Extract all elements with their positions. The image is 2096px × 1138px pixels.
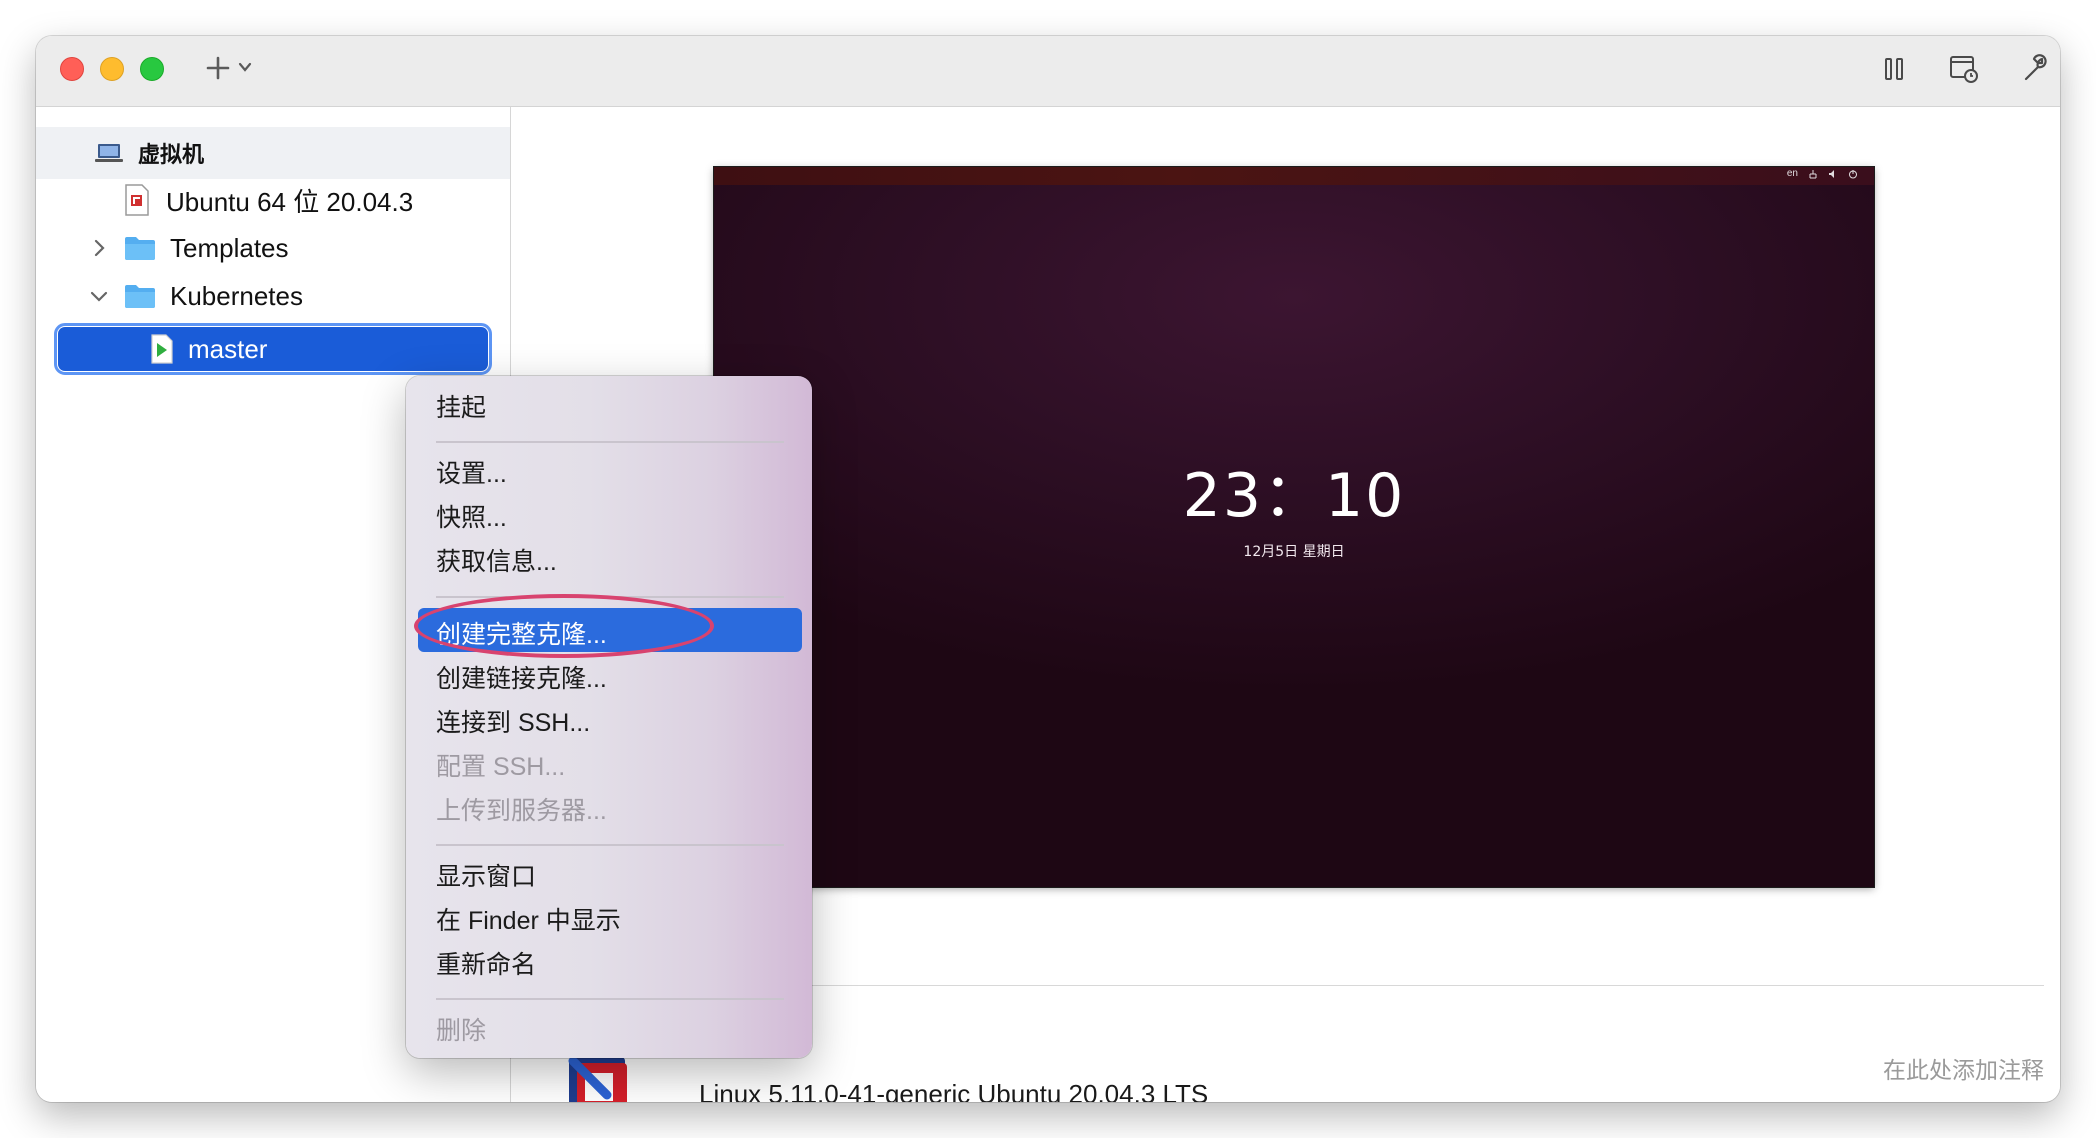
notes-field[interactable]: 在此处添加注释 xyxy=(1883,1051,2044,1085)
snapshot-button[interactable] xyxy=(1947,52,1981,86)
sidebar-item-kubernetes[interactable]: Kubernetes xyxy=(88,273,303,319)
folder-icon xyxy=(125,237,155,260)
chevron-down-icon[interactable] xyxy=(88,285,110,307)
menu-separator xyxy=(436,844,784,846)
sidebar-item-label: Templates xyxy=(170,232,289,263)
annotation-circle xyxy=(414,594,714,658)
menu-item-configure-ssh: 配置 SSH... xyxy=(436,753,566,781)
pause-button[interactable] xyxy=(1877,52,1911,86)
plus-icon xyxy=(206,56,230,80)
menu-item-settings[interactable]: 设置... xyxy=(436,454,507,490)
folder-icon xyxy=(125,285,155,308)
wrench-icon xyxy=(2024,54,2047,81)
menu-item-delete: 删除 xyxy=(436,1017,487,1045)
menu-item-rename[interactable]: 重新命名 xyxy=(436,945,536,981)
snapshot-icon xyxy=(1950,56,1978,83)
laptop-icon xyxy=(95,144,123,162)
menu-item-snapshots[interactable]: 快照... xyxy=(436,498,507,534)
menu-item-show-window[interactable]: 显示窗口 xyxy=(436,857,536,893)
sidebar-item-master[interactable]: master xyxy=(54,323,492,375)
guest-status-area: en xyxy=(1787,168,1858,179)
chevron-right-icon[interactable] xyxy=(88,237,110,259)
guest-lock-clock: 23：10 xyxy=(1182,461,1406,531)
volume-icon xyxy=(1829,169,1834,178)
minimize-window-button[interactable] xyxy=(100,57,124,81)
title-bar xyxy=(36,36,2060,107)
menu-item-get-info[interactable]: 获取信息... xyxy=(436,542,557,578)
menu-separator xyxy=(436,441,784,443)
menu-item-linked-clone[interactable]: 创建链接克隆... xyxy=(436,659,607,695)
guest-language-indicator: en xyxy=(1786,168,1798,179)
guest-top-bar: en xyxy=(714,167,1874,185)
menu-separator xyxy=(436,998,784,1000)
sidebar-header-label: 虚拟机 xyxy=(138,142,205,167)
guest-os-description: Linux 5.11.0-41-generic Ubuntu 20.04.3 L… xyxy=(699,1079,1209,1102)
vm-file-icon xyxy=(125,184,149,216)
menu-item-show-in-finder[interactable]: 在 Finder 中显示 xyxy=(436,901,621,937)
guest-lock-date: 12月5日 星期日 xyxy=(1243,544,1345,560)
add-vm-button[interactable] xyxy=(204,50,264,90)
menu-item-connect-ssh[interactable]: 连接到 SSH... xyxy=(436,703,590,739)
context-menu: 挂起 设置... 快照... 获取信息... 创建完整克隆... 创建链接克隆.… xyxy=(406,376,812,1058)
menu-item-suspend[interactable]: 挂起 xyxy=(436,388,486,424)
vm-screen-preview[interactable]: en 23：10 12月5日 星期日 xyxy=(714,167,1874,887)
menu-item-upload-server: 上传到服务器... xyxy=(436,797,607,825)
sidebar-item-label: Ubuntu 64 位 20.04.3 xyxy=(166,186,414,217)
sidebar-section-vms[interactable]: 虚拟机 xyxy=(94,130,204,176)
chevron-down-icon xyxy=(238,62,252,72)
sidebar-item-templates[interactable]: Templates xyxy=(88,225,289,271)
sidebar-item-label: Kubernetes xyxy=(170,280,303,311)
vm-running-icon xyxy=(151,334,173,364)
settings-button[interactable] xyxy=(2019,52,2053,86)
sidebar-item-ubuntu[interactable]: Ubuntu 64 位 20.04.3 xyxy=(124,177,413,223)
sidebar-item-content: master xyxy=(150,326,267,372)
network-icon xyxy=(1809,169,1817,178)
app-window: 虚拟机 Ubuntu 64 位 20.04.3 Templates Kubern… xyxy=(36,36,2060,1102)
sidebar-item-label: master xyxy=(188,333,268,364)
zoom-window-button[interactable] xyxy=(140,57,164,81)
power-icon xyxy=(1849,169,1857,178)
close-window-button[interactable] xyxy=(60,57,84,81)
pause-icon xyxy=(1885,58,1903,80)
